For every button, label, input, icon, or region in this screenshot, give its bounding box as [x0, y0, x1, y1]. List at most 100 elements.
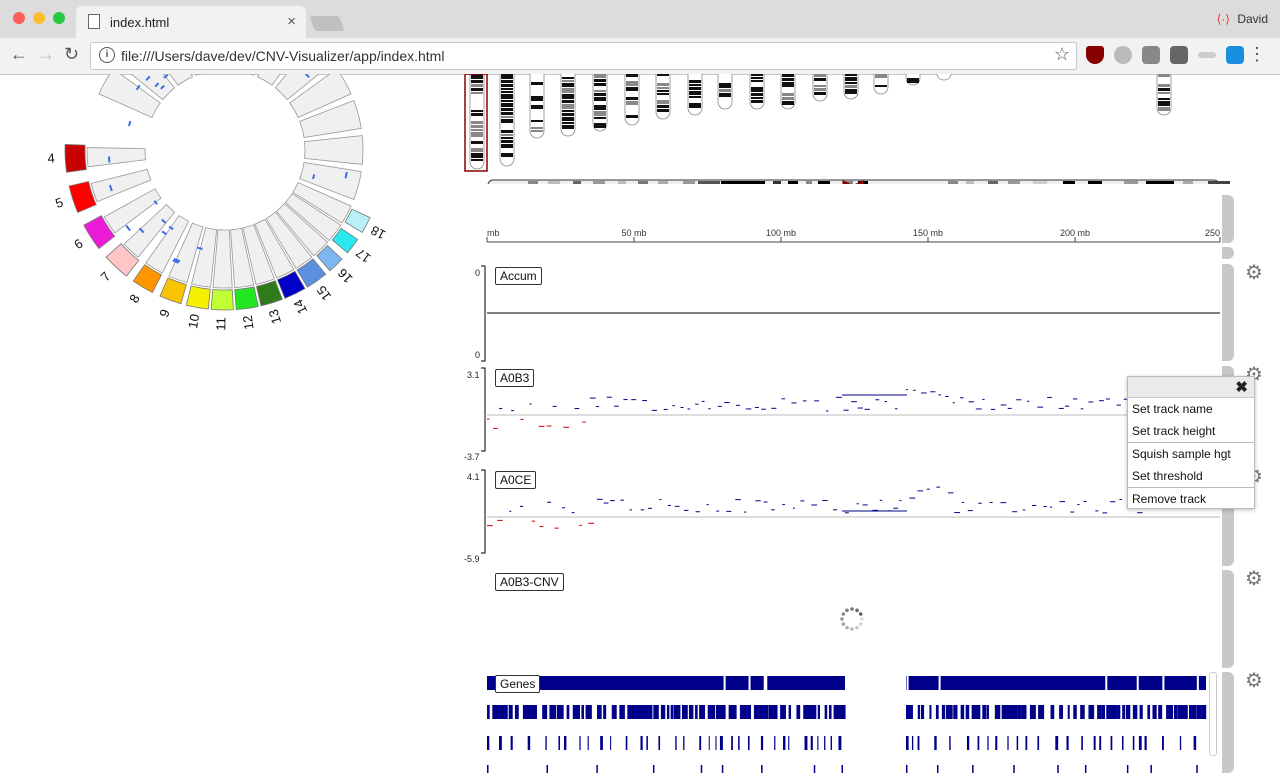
gene-feature [545, 736, 547, 750]
gear-icon[interactable]: ⚙ [1245, 263, 1265, 283]
chromosome-bar-band [773, 181, 781, 184]
gene-feature [824, 705, 828, 719]
new-tab-button[interactable] [309, 16, 345, 31]
close-icon[interactable]: ✖ [1235, 378, 1248, 396]
gene-feature [1066, 736, 1069, 750]
extension-icon-6[interactable] [1226, 46, 1244, 64]
browser-menu-icon[interactable]: ⋮ [1248, 44, 1266, 65]
gene-feature [906, 765, 908, 773]
gene-feature [561, 705, 564, 719]
track-label-genes[interactable]: Genes [495, 675, 541, 693]
address-url[interactable]: file:///Users/dave/dev/CNV-Visualizer/ap… [121, 48, 444, 64]
tab-title: index.html [110, 15, 170, 30]
chromosome-band [814, 85, 826, 87]
chromosome-band [751, 87, 763, 92]
chromosome-ideogram-11 [210, 289, 234, 311]
bookmark-star-icon[interactable]: ☆ [1054, 44, 1070, 65]
gene-gap [1196, 676, 1199, 690]
a0b3-axis-min: -3.7 [464, 452, 480, 462]
karyogram-chromosome [717, 74, 733, 110]
chromosome-band [531, 102, 543, 104]
chromosome-band [594, 97, 606, 101]
chromosome-bar-band [698, 181, 720, 184]
gene-feature [1037, 736, 1040, 750]
maximize-window-button[interactable] [53, 12, 65, 24]
gene-feature [688, 705, 694, 719]
chromosome-band [657, 100, 669, 104]
chromosome-band [471, 110, 483, 112]
address-bar[interactable]: i file:///Users/dave/dev/CNV-Visualizer/… [90, 42, 1077, 70]
karyogram-chromosome [529, 74, 545, 139]
gene-feature [1001, 705, 1008, 719]
chromosome-bar-band [1146, 181, 1174, 184]
track-label-a0b3[interactable]: A0B3 [495, 369, 535, 387]
extension-icon-5[interactable] [1198, 52, 1216, 58]
minimize-window-button[interactable] [33, 12, 45, 24]
chromosome-band [657, 96, 669, 99]
chromosome-band [531, 127, 543, 129]
track-label-a0ce[interactable]: A0CE [495, 471, 537, 489]
gene-feature [670, 705, 674, 719]
tab-close-icon[interactable]: × [287, 13, 296, 30]
ublock-extension-icon[interactable] [1086, 46, 1104, 64]
track-handle-ruler[interactable] [1222, 195, 1234, 243]
extension-icon-3[interactable] [1142, 46, 1160, 64]
close-window-button[interactable] [13, 12, 25, 24]
reload-icon[interactable]: ↻ [64, 44, 79, 65]
gene-feature [1126, 765, 1129, 773]
gene-feature [1080, 705, 1085, 719]
chromosome-band [471, 95, 483, 98]
gene-feature [773, 705, 778, 719]
menu-item-set-track-height[interactable]: Set track height [1128, 420, 1254, 442]
chromosome-label-18: 18 [368, 223, 388, 243]
chromosome-band [471, 92, 483, 94]
gene-feature [563, 736, 567, 750]
forward-icon[interactable]: → [37, 44, 55, 65]
extension-icon-2[interactable] [1114, 46, 1132, 64]
gene-feature [675, 736, 677, 750]
back-icon[interactable]: ← [10, 44, 28, 65]
track-label-a0b3-cnv[interactable]: A0B3-CNV [495, 573, 564, 591]
gene-feature [600, 736, 603, 750]
menu-item-squish-sample-hgt[interactable]: Squish sample hgt [1128, 442, 1254, 465]
menu-item-remove-track[interactable]: Remove track [1128, 487, 1254, 510]
gene-feature [810, 705, 817, 719]
chromosome-band [531, 91, 543, 95]
gene-feature [917, 736, 920, 750]
gene-feature [1158, 705, 1163, 719]
gene-feature [1122, 705, 1126, 719]
gene-feature [1132, 736, 1135, 750]
tab-index-html[interactable]: index.html × [76, 6, 306, 38]
track-axis [481, 469, 486, 554]
gene-feature [514, 705, 519, 719]
chromosome-bar-band [548, 181, 560, 184]
chromosome-band [501, 137, 513, 139]
gene-feature [487, 705, 490, 719]
gene-feature [1055, 736, 1059, 750]
chromosome-band [814, 92, 826, 95]
track-label-accum[interactable]: Accum [495, 267, 542, 285]
menu-item-set-track-name[interactable]: Set track name [1128, 398, 1254, 420]
extension-icon-4[interactable] [1170, 46, 1188, 64]
profile-button[interactable]: ⟨·⟩ David [1217, 12, 1268, 26]
context-menu-header: ✖ [1128, 377, 1254, 398]
chromosome-band [845, 74, 857, 76]
chromosome-band [594, 93, 606, 96]
circos-plot: 1817161514 13 12 11 10 9 876 5 4 [47, 74, 388, 331]
chromosome-band [531, 96, 543, 101]
gear-icon[interactable]: ⚙ [1245, 671, 1265, 691]
chromosome-label-9: 9 [156, 307, 173, 319]
gene-feature [941, 705, 946, 719]
chromosome-band [471, 145, 483, 147]
gene-block [906, 676, 1206, 690]
menu-item-set-threshold[interactable]: Set threshold [1128, 465, 1254, 487]
genes-scrollbar[interactable] [1209, 672, 1217, 756]
info-icon[interactable]: i [99, 47, 115, 63]
gene-feature [1073, 705, 1077, 719]
gene-feature [1177, 705, 1185, 719]
chromosome-bar-band [948, 181, 958, 184]
chromosome-bar-band [618, 181, 626, 184]
chromosome-band [531, 110, 543, 115]
gear-icon[interactable]: ⚙ [1245, 569, 1265, 589]
chromosome-band [657, 109, 669, 112]
